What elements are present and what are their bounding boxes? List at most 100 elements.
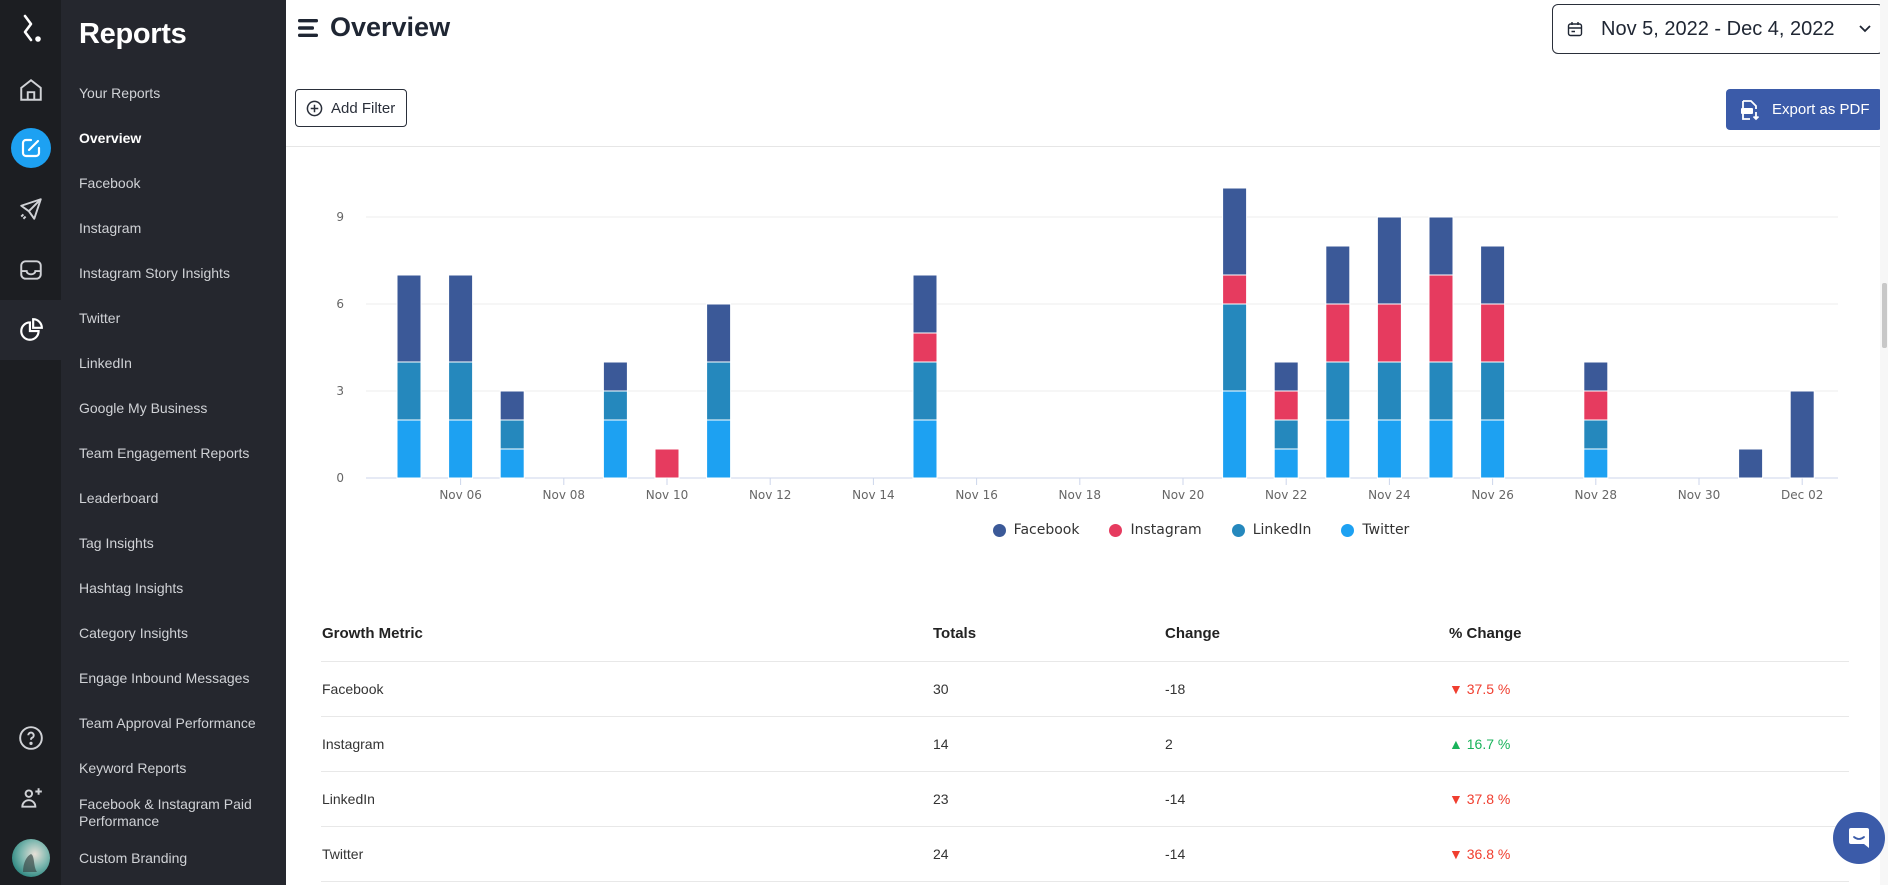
column-header: Change [1165, 625, 1221, 642]
nav-compose[interactable] [0, 118, 61, 178]
sidebar-item-team-approval-performance[interactable]: Team Approval Performance [79, 715, 279, 732]
legend-dot-twitter [1341, 523, 1355, 537]
bar-segment-twitter [1273, 448, 1299, 479]
add-filter-label: Add Filter [331, 99, 396, 117]
sidebar-item-paid-performance[interactable]: Facebook & Instagram Paid Performance [79, 796, 259, 830]
metric-name: Instagram [322, 736, 385, 752]
bar-segment-facebook [1222, 187, 1248, 276]
legend-item-instagram[interactable]: Instagram [1109, 522, 1202, 538]
nav-reports[interactable] [0, 300, 61, 360]
nav-help[interactable] [0, 708, 61, 768]
chevron-down-icon [1859, 25, 1872, 33]
bar-segment-twitter [706, 419, 732, 479]
compose-button[interactable] [10, 128, 51, 168]
x-tick-label: Nov 12 [749, 488, 792, 502]
legend-item-facebook[interactable]: Facebook [992, 522, 1079, 538]
nav-invite[interactable] [0, 768, 61, 828]
avatar [11, 839, 50, 877]
plus-circle-icon [306, 100, 323, 116]
bar-segment-twitter [602, 419, 628, 479]
bar-segment-facebook [1789, 390, 1815, 479]
bar-segment-twitter [1376, 419, 1402, 479]
metric-change: -18 [1165, 681, 1186, 697]
nav-inbox[interactable] [0, 240, 61, 300]
sidebar-item-engage-inbound-messages[interactable]: Engage Inbound Messages [79, 670, 279, 687]
date-range-picker[interactable]: Nov 5, 2022 - Dec 4, 2022 [1552, 4, 1884, 54]
sidebar-item-leaderboard[interactable]: Leaderboard [79, 490, 279, 507]
metric-total: 24 [933, 846, 949, 862]
page-title: Overview [330, 12, 451, 42]
bar-segment-instagram [1376, 303, 1402, 363]
bar-segment-twitter [1222, 390, 1248, 479]
logo[interactable] [0, 0, 61, 60]
metric-name: LinkedIn [322, 791, 375, 807]
sidebar-item-google-my-business[interactable]: Google My Business [79, 400, 279, 417]
bar-segment-twitter [396, 419, 422, 479]
export-pdf-button[interactable]: Export as PDF [1726, 89, 1882, 130]
legend-item-linkedin[interactable]: LinkedIn [1231, 522, 1312, 538]
y-tick-label: 3 [336, 384, 344, 398]
table-header-row: Growth Metric Totals Change % Change [321, 606, 1849, 662]
page-scrollbar[interactable] [1880, 0, 1888, 885]
bar-segment-facebook [1273, 361, 1299, 392]
bar-segment-facebook [1480, 245, 1506, 305]
page-scrollbar-thumb[interactable] [1882, 283, 1887, 348]
bar-segment-facebook [396, 274, 422, 363]
sidebar-item-your-reports[interactable]: Your Reports [79, 85, 279, 102]
sidebar-title: Reports [79, 18, 187, 50]
x-tick-label: Nov 14 [852, 488, 895, 502]
nav-home[interactable] [0, 60, 61, 120]
bar-segment-twitter [1480, 419, 1506, 479]
table-row: Twitter 24 -14 ▼ 36.8 % [321, 827, 1849, 882]
metric-change: 2 [1165, 736, 1173, 752]
metric-pct-change: ▼ 36.8 % [1449, 827, 1510, 881]
nav-publish[interactable] [0, 179, 61, 239]
sidebar-item-keyword-reports[interactable]: Keyword Reports [79, 760, 279, 777]
icon-rail [0, 0, 61, 885]
chart-legend: Facebook Instagram LinkedIn Twitter [286, 522, 1888, 538]
legend-dot-instagram [1109, 523, 1123, 537]
sidebar-item-facebook[interactable]: Facebook [79, 175, 279, 192]
logo-icon [23, 14, 41, 42]
metric-change: -14 [1165, 846, 1186, 862]
export-pdf-label: Export as PDF [1772, 101, 1870, 118]
arrow-down-icon: ▼ [1449, 681, 1467, 697]
growth-metrics-table: Growth Metric Totals Change % Change Fac… [321, 606, 1849, 882]
legend-item-twitter[interactable]: Twitter [1341, 522, 1409, 538]
posts-chart: 0 3 6 9 Nov 06 Nov 08 Nov 10 Nov 12 Nov 14 Nov 16… [286, 150, 1888, 550]
bar-segment-linkedin [1325, 361, 1351, 421]
x-tick-label: Dec 02 [1781, 488, 1823, 502]
help-icon [18, 726, 43, 750]
bar-segment-linkedin [396, 361, 422, 421]
sidebar-item-hashtag-insights[interactable]: Hashtag Insights [79, 580, 279, 597]
user-avatar[interactable] [0, 828, 61, 888]
bar-segment-linkedin [448, 361, 474, 421]
bar-segment-linkedin [706, 361, 732, 421]
sidebar-item-overview[interactable]: Overview [79, 130, 279, 147]
sidebar-item-linkedin[interactable]: LinkedIn [79, 355, 279, 372]
menu-icon[interactable] [298, 18, 320, 38]
chat-support-button[interactable] [1833, 812, 1885, 864]
add-filter-button[interactable]: Add Filter [295, 89, 407, 127]
sidebar-item-tag-insights[interactable]: Tag Insights [79, 535, 279, 552]
bar-segment-facebook [602, 361, 628, 392]
sidebar-item-instagram-story-insights[interactable]: Instagram Story Insights [79, 265, 279, 282]
metric-pct-change: ▼ 37.8 % [1449, 772, 1510, 826]
sidebar-item-twitter[interactable]: Twitter [79, 310, 279, 327]
column-header: Growth Metric [322, 625, 423, 642]
x-tick-label: Nov 06 [439, 488, 482, 502]
send-icon [19, 198, 42, 220]
calendar-icon [1567, 22, 1583, 37]
file-export-icon [1741, 99, 1760, 120]
pct-value: 37.8 % [1466, 791, 1511, 807]
sidebar-item-team-engagement-reports[interactable]: Team Engagement Reports [79, 445, 279, 462]
legend-label: LinkedIn [1252, 522, 1312, 538]
x-tick-label: Nov 28 [1575, 488, 1618, 502]
bar-segment-linkedin [602, 390, 628, 421]
sidebar-item-instagram[interactable]: Instagram [79, 220, 279, 237]
sidebar-item-category-insights[interactable]: Category Insights [79, 625, 279, 642]
metric-total: 14 [933, 736, 949, 752]
bar-segment-facebook [1428, 216, 1454, 276]
metric-total: 30 [933, 681, 949, 697]
sidebar-item-custom-branding[interactable]: Custom Branding [79, 850, 279, 867]
